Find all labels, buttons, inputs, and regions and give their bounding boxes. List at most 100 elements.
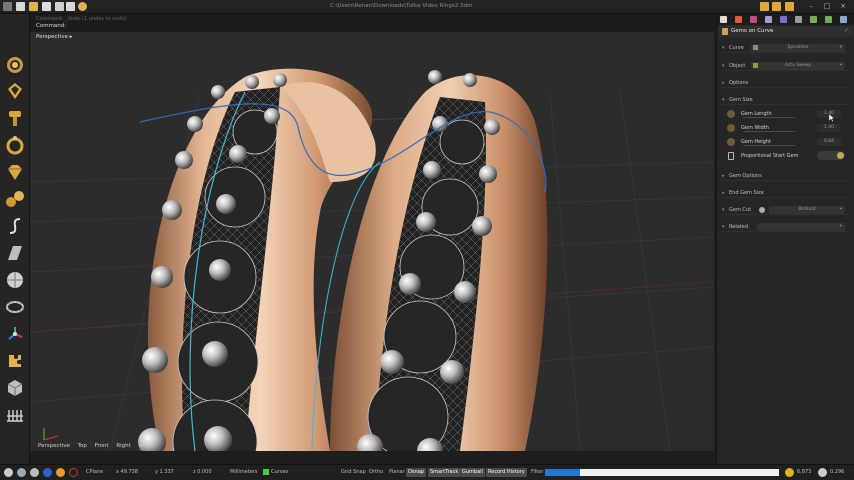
new-file-icon[interactable] — [16, 2, 25, 11]
cube-icon[interactable] — [4, 377, 26, 399]
tab-object-icon[interactable] — [810, 16, 817, 23]
coord-y: y 1.337 — [155, 469, 174, 475]
expand-icon[interactable]: ▾ — [722, 45, 725, 51]
display-mode-icon[interactable] — [17, 468, 26, 477]
curve-row[interactable]: ▾ Curve Spiralline ▾ — [721, 43, 851, 53]
memory-icon — [818, 468, 827, 477]
object-dropdown[interactable]: Actu Sweep ▾ — [751, 62, 845, 70]
diamond-icon[interactable] — [4, 161, 26, 183]
puzzle-icon[interactable] — [4, 350, 26, 372]
globe-icon[interactable] — [43, 468, 52, 477]
gem-height-value[interactable]: 0.84 — [817, 138, 841, 146]
end-gem-size-row[interactable]: ▸ End Gem Size — [721, 188, 851, 198]
record-icon[interactable] — [69, 468, 78, 477]
gem-length-track[interactable] — [743, 117, 795, 118]
viewport-title-text[interactable]: Perspective — [36, 34, 68, 40]
tab-properties-icon[interactable] — [720, 16, 727, 23]
ortho-toggle[interactable]: Ortho — [367, 468, 385, 477]
gumball-toggle[interactable]: Gumball — [460, 468, 485, 477]
settings-gear-icon[interactable] — [78, 2, 87, 11]
expand-icon[interactable]: ▾ — [722, 63, 725, 69]
close-button[interactable]: × — [838, 2, 848, 11]
gem-options-row[interactable]: ▸ Gem Options — [721, 171, 851, 181]
curve-dropdown[interactable]: Spiralline ▾ — [751, 44, 845, 52]
tab-display-icon[interactable] — [825, 16, 832, 23]
ring-render[interactable] — [30, 32, 714, 451]
open-folder-icon[interactable] — [29, 2, 38, 11]
app-icon[interactable] — [3, 2, 12, 11]
record-history-toggle[interactable]: Record History — [486, 468, 527, 477]
object-pick-icon[interactable] — [753, 63, 758, 68]
curve-pick-icon[interactable] — [753, 45, 758, 50]
osnap-icon[interactable] — [4, 468, 13, 477]
curve-icon[interactable] — [4, 215, 26, 237]
expand-icon[interactable]: ▾ — [722, 207, 725, 213]
cutter-icon[interactable] — [4, 242, 26, 264]
gem-width-slider[interactable]: Gem Width 1.40 — [721, 122, 851, 135]
gumball-icon[interactable] — [4, 323, 26, 345]
tab-render-icon[interactable] — [750, 16, 757, 23]
viewport-menu-icon[interactable]: ▸ — [70, 34, 73, 40]
related-row[interactable]: ▾ Related ▾ — [721, 222, 851, 232]
gem-width-value[interactable]: 1.40 — [817, 124, 841, 132]
current-layer[interactable]: Curves — [271, 469, 288, 475]
panel-icon[interactable] — [785, 2, 794, 11]
progress-fill — [545, 469, 581, 476]
lock-icon[interactable] — [728, 152, 734, 160]
render-icon[interactable] — [30, 468, 39, 477]
gem-size-row[interactable]: ▾ Gem Size — [721, 95, 851, 105]
gems-icon[interactable] — [4, 188, 26, 210]
tab-materials-icon[interactable] — [765, 16, 772, 23]
options-row[interactable]: ▸ Options — [721, 78, 851, 88]
gem-cut-icon — [759, 207, 765, 213]
gem-cut-dropdown[interactable]: Brilliant ▾ — [769, 206, 845, 214]
tab-front[interactable]: Front — [95, 443, 109, 449]
grid-snap-toggle[interactable]: Grid Snap — [339, 468, 368, 477]
band-icon[interactable] — [4, 296, 26, 318]
tab-more-icon[interactable] — [840, 16, 847, 23]
related-dropdown[interactable]: ▾ — [757, 223, 845, 231]
gem-height-slider[interactable]: Gem Height 0.84 — [721, 136, 851, 149]
viewport-title[interactable]: Perspective ▸ — [36, 34, 72, 40]
tab-environment-icon[interactable] — [780, 16, 787, 23]
material-icon[interactable] — [56, 468, 65, 477]
maximize-button[interactable]: □ — [822, 2, 832, 11]
filter-toggle[interactable]: Filter — [529, 468, 545, 477]
command-prompt[interactable]: Command: — [36, 23, 66, 29]
expand-icon[interactable]: ▸ — [722, 173, 725, 179]
redo-icon[interactable] — [760, 2, 769, 11]
tab-right[interactable]: Right — [116, 443, 130, 449]
tab-top[interactable]: Top — [78, 443, 87, 449]
gem-width-track[interactable] — [743, 131, 795, 132]
panel-close-icon[interactable]: ✓ — [844, 27, 849, 34]
tab-help-icon[interactable] — [795, 16, 802, 23]
smarttrack-toggle[interactable]: SmartTrack — [428, 468, 461, 477]
print-icon[interactable] — [55, 2, 64, 11]
object-row[interactable]: ▾ Object Actu Sweep ▾ — [721, 61, 851, 71]
ring-icon[interactable] — [4, 134, 26, 156]
export-icon[interactable] — [66, 2, 75, 11]
expand-icon[interactable]: ▸ — [722, 80, 725, 86]
planar-toggle[interactable]: Planar — [387, 468, 407, 477]
head-icon[interactable] — [4, 107, 26, 129]
prong-icon[interactable] — [4, 80, 26, 102]
expand-icon[interactable]: ▾ — [722, 97, 725, 103]
undo-icon[interactable] — [772, 2, 781, 11]
expand-icon[interactable]: ▾ — [722, 224, 725, 230]
osnap-toggle[interactable]: Osnap — [406, 468, 426, 477]
add-viewport-tab-button[interactable]: + — [139, 443, 144, 449]
save-icon[interactable] — [42, 2, 51, 11]
sphere-icon[interactable] — [4, 269, 26, 291]
perspective-viewport[interactable]: Perspective ▸ Perspective Top Front Righ… — [30, 32, 714, 451]
minimize-button[interactable]: – — [806, 2, 816, 11]
tab-layers-icon[interactable] — [735, 16, 742, 23]
proportional-start-gem-row[interactable]: Proportional Start Gem — [721, 150, 851, 163]
tab-perspective[interactable]: Perspective — [38, 443, 70, 449]
gem-length-slider[interactable]: Gem Length 1.40 — [721, 108, 851, 123]
expand-icon[interactable]: ▸ — [722, 190, 725, 196]
gem-cut-row[interactable]: ▾ Gem Cut Brilliant ▾ — [721, 205, 851, 215]
grid-icon[interactable] — [4, 404, 26, 426]
proportional-start-gem-toggle[interactable] — [817, 151, 845, 160]
ring-gem-icon[interactable] — [4, 54, 26, 76]
gem-height-track[interactable] — [743, 145, 795, 146]
